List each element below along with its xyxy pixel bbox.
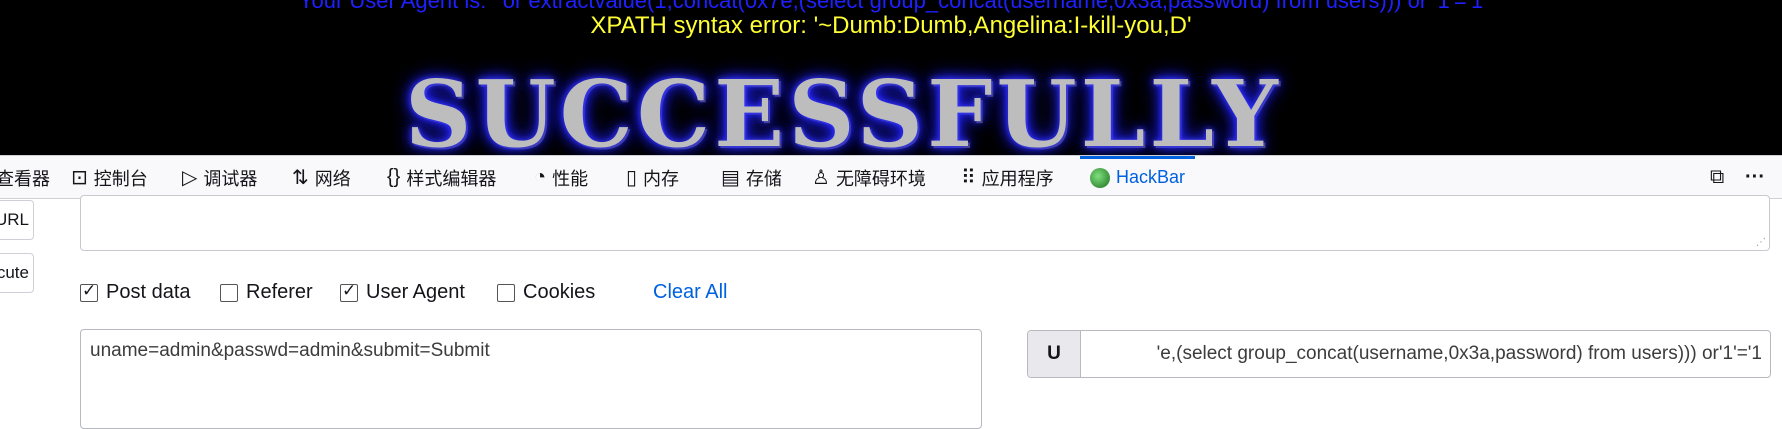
tab-console[interactable]: ⊡ 控制台 (71, 156, 148, 199)
referer-label: Referer (246, 281, 313, 303)
devtools-toolbar: 查看器 ⊡ 控制台 ▷ 调试器 ⇅ 网络 {} 样式编辑器 ◔ 性能 ▯ 内存 … (0, 155, 1782, 199)
cookies-checkbox[interactable] (497, 283, 515, 302)
page-content: Your User Agent is: ' or extractvalue(1,… (0, 0, 1782, 155)
tab-storage[interactable]: ▤ 存储 (721, 156, 782, 199)
tab-label: 控制台 (93, 168, 148, 189)
style-editor-icon: {} (387, 166, 401, 188)
tab-accessibility[interactable]: ♙ 无障碍环境 (812, 156, 926, 199)
referer-checkbox[interactable] (220, 283, 238, 302)
storage-icon: ▤ (721, 167, 740, 189)
tab-label: HackBar (1116, 167, 1186, 187)
user-agent-checkbox[interactable] (340, 281, 358, 302)
dock-side-icon[interactable]: ⧉ (1710, 156, 1724, 199)
memory-icon: ▯ (626, 167, 638, 189)
tab-inspector[interactable]: 查看器 (0, 156, 50, 199)
console-icon: ⊡ (71, 167, 88, 189)
clear-all-link[interactable]: Clear All (653, 281, 727, 304)
more-options-icon[interactable]: ··· (1745, 156, 1765, 199)
resize-grip-icon[interactable]: ⋰ (1756, 237, 1766, 248)
tab-label: 应用程序 (981, 168, 1054, 189)
tab-memory[interactable]: ▯ 内存 (626, 156, 679, 199)
tab-label: 查看器 (0, 168, 50, 189)
tab-label: 网络 (314, 168, 351, 189)
post-data-checkbox[interactable] (80, 281, 98, 302)
tab-label: 存储 (745, 168, 782, 189)
cookies-label: Cookies (523, 281, 596, 303)
split-url-button[interactable]: Split URL (0, 200, 34, 240)
tab-debugger[interactable]: ▷ 调试器 (182, 156, 257, 199)
execute-button[interactable]: Execute (0, 253, 34, 293)
user-agent-field: U 'e,(select group_concat(username,0x3a,… (1027, 330, 1771, 378)
accessibility-icon: ♙ (812, 167, 830, 189)
post-data-option[interactable]: Post data (80, 281, 191, 304)
tab-label: 无障碍环境 (835, 168, 926, 189)
user-agent-prefix: U (1028, 331, 1081, 377)
user-agent-label: User Agent (366, 281, 465, 303)
tab-label: 性能 (552, 168, 589, 189)
tab-label: 调试器 (203, 168, 258, 189)
successfully-banner: SUCCESSFULLY (405, 60, 1282, 155)
tab-performance[interactable]: ◔ 性能 (534, 156, 588, 199)
debugger-icon: ▷ (182, 167, 198, 189)
tab-hackbar[interactable]: HackBar (1079, 156, 1196, 199)
performance-icon: ◔ (534, 166, 547, 188)
url-input[interactable]: ⋰ (80, 195, 1770, 251)
user-agent-option[interactable]: User Agent (340, 281, 465, 304)
hackbar-panel: Split URL Execute ⋰ Post data Referer Us… (0, 195, 1782, 429)
tab-application[interactable]: ⠿ 应用程序 (961, 156, 1054, 199)
tab-style-editor[interactable]: {} 样式编辑器 (387, 156, 496, 199)
hackbar-icon (1090, 167, 1110, 188)
application-icon: ⠿ (961, 167, 976, 189)
post-data-input[interactable]: uname=admin&passwd=admin&submit=Submit (80, 329, 982, 429)
xpath-error-message: XPATH syntax error: '~Dumb:Dumb,Angelina… (590, 12, 1192, 39)
tab-label: 样式编辑器 (406, 168, 497, 189)
tab-network[interactable]: ⇅ 网络 (292, 156, 351, 199)
user-agent-input[interactable]: 'e,(select group_concat(username,0x3a,pa… (1081, 331, 1770, 377)
network-icon: ⇅ (292, 167, 309, 189)
post-data-label: Post data (106, 281, 191, 303)
tab-label: 内存 (643, 168, 680, 189)
cookies-option[interactable]: Cookies (497, 281, 595, 304)
referer-option[interactable]: Referer (220, 281, 313, 304)
